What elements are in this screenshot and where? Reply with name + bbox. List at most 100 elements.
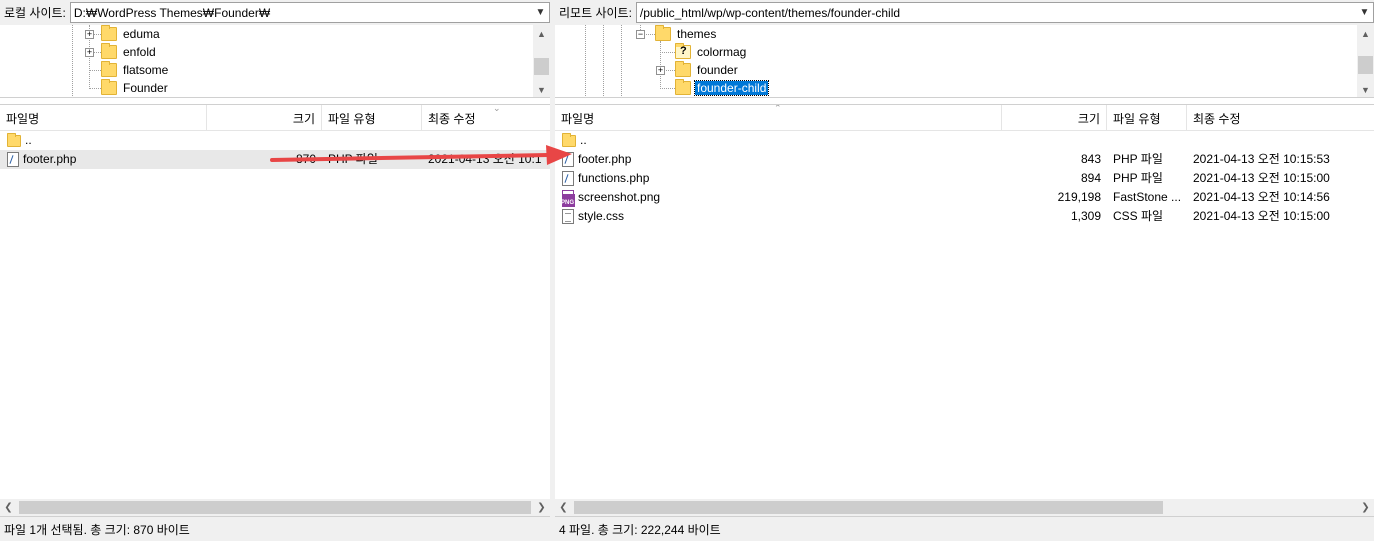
table-row[interactable]: functions.php 894 PHP 파일 2021-04-13 오전 1…	[555, 169, 1374, 188]
remote-horizontal-scrollbar[interactable]: ❮ ❯	[555, 499, 1374, 516]
file-modified: 2021-04-13 오전 10:1	[428, 152, 542, 166]
remote-list-header: 파일명 크기 파일 유형 최종 수정 ⌃	[555, 105, 1374, 131]
file-name: footer.php	[578, 152, 632, 166]
column-header-modified[interactable]: 최종 수정	[422, 105, 550, 131]
folder-icon	[101, 79, 117, 95]
scroll-thumb[interactable]	[534, 58, 549, 75]
tree-item-label: eduma	[123, 27, 160, 41]
remote-tree-scrollbar[interactable]: ▲ ▼	[1357, 25, 1374, 97]
local-tree-scrollbar[interactable]: ▲ ▼	[533, 25, 550, 97]
expand-icon[interactable]: +	[656, 66, 665, 75]
local-horizontal-scrollbar[interactable]: ❮ ❯	[0, 499, 550, 516]
tree-item-label: Founder	[123, 81, 168, 95]
scroll-left-icon[interactable]: ❮	[0, 499, 17, 516]
folder-icon	[675, 79, 691, 95]
tree-item-label: colormag	[697, 45, 747, 59]
file-size: 870	[295, 152, 316, 166]
file-modified: 2021-04-13 오전 10:15:00	[1193, 209, 1330, 223]
file-type: PHP 파일	[328, 152, 378, 166]
file-type: PHP 파일	[1113, 171, 1163, 185]
remote-site-bar: 리모트 사이트: /public_html/wp/wp-content/them…	[555, 0, 1374, 25]
folder-icon	[655, 25, 671, 41]
scroll-thumb[interactable]	[574, 501, 1163, 514]
php-file-icon	[562, 171, 574, 186]
tree-item-label: flatsome	[123, 63, 169, 77]
tree-item-themes[interactable]: themes	[655, 25, 718, 43]
file-size: 894	[1080, 171, 1101, 185]
table-row[interactable]: style.css 1,309 CSS 파일 2021-04-13 오전 10:…	[555, 207, 1374, 226]
file-size: 219,198	[1057, 190, 1101, 204]
column-header-type[interactable]: 파일 유형	[322, 105, 422, 131]
php-file-icon	[562, 152, 574, 167]
local-list-header: 파일명 크기 파일 유형 최종 수정 ⌄	[0, 105, 550, 131]
remote-directory-tree: − + themes colormag founder founder-chil…	[555, 25, 1374, 98]
remote-site-pane: 리모트 사이트: /public_html/wp/wp-content/them…	[555, 0, 1374, 541]
local-site-bar: 로컬 사이트: D:₩WordPress Themes₩Founder₩ ▼	[0, 0, 550, 25]
file-type: FastStone ...	[1113, 190, 1182, 204]
file-modified: 2021-04-13 오전 10:14:56	[1193, 190, 1330, 204]
remote-path-combobox[interactable]: /public_html/wp/wp-content/themes/founde…	[635, 2, 1374, 23]
php-file-icon	[7, 152, 19, 167]
folder-icon	[675, 61, 691, 77]
file-name: style.css	[578, 209, 625, 223]
table-row[interactable]: footer.php 870 PHP 파일 2021-04-13 오전 10:1	[0, 150, 550, 169]
scroll-down-icon[interactable]: ▼	[1357, 81, 1374, 97]
file-size: 843	[1080, 152, 1101, 166]
local-site-label: 로컬 사이트:	[4, 6, 66, 20]
sort-indicator-icon: ⌃	[774, 104, 782, 113]
scroll-down-icon[interactable]: ▼	[533, 81, 550, 97]
list-item-parent[interactable]: ..	[555, 131, 1374, 150]
tree-item-founder-child[interactable]: founder-child	[675, 79, 770, 97]
remote-status-bar: 4 파일. 총 크기: 222,244 바이트	[555, 516, 1374, 541]
folder-icon	[101, 25, 117, 41]
remote-path-value[interactable]: /public_html/wp/wp-content/themes/founde…	[640, 6, 900, 20]
scroll-thumb[interactable]	[19, 501, 531, 514]
tree-item-label: founder	[697, 63, 738, 77]
local-file-list: 파일명 크기 파일 유형 최종 수정 ⌄ .. footer.php 870 P…	[0, 104, 550, 499]
remote-site-label: 리모트 사이트:	[559, 6, 632, 20]
expand-icon[interactable]: +	[85, 30, 94, 39]
table-row[interactable]: screenshot.png 219,198 FastStone ... 202…	[555, 188, 1374, 207]
file-type: PHP 파일	[1113, 152, 1163, 166]
folder-icon	[101, 43, 117, 59]
tree-item-founder[interactable]: founder	[675, 61, 740, 79]
png-file-icon	[562, 190, 576, 207]
scroll-up-icon[interactable]: ▲	[533, 25, 550, 42]
local-path-value[interactable]: D:₩WordPress Themes₩Founder₩	[74, 6, 270, 20]
tree-item-label: themes	[677, 27, 717, 41]
tree-item-label: enfold	[123, 45, 156, 59]
scroll-left-icon[interactable]: ❮	[555, 499, 572, 516]
column-header-size[interactable]: 크기	[207, 105, 322, 131]
tree-item-colormag[interactable]: colormag	[675, 43, 748, 61]
tree-item-label: founder-child	[693, 80, 770, 96]
chevron-down-icon[interactable]: ▼	[532, 3, 549, 22]
local-path-combobox[interactable]: D:₩WordPress Themes₩Founder₩ ▼	[69, 2, 550, 23]
tree-item-enfold[interactable]: enfold	[101, 43, 158, 61]
folder-icon	[101, 61, 117, 77]
column-header-size[interactable]: 크기	[1002, 105, 1107, 131]
tree-item-founder[interactable]: Founder	[101, 79, 170, 97]
table-row[interactable]: footer.php 843 PHP 파일 2021-04-13 오전 10:1…	[555, 150, 1374, 169]
chevron-down-icon[interactable]: ▼	[1356, 3, 1373, 22]
tree-item-flatsome[interactable]: flatsome	[101, 61, 170, 79]
collapse-icon[interactable]: −	[636, 30, 645, 39]
file-modified: 2021-04-13 오전 10:15:53	[1193, 152, 1330, 166]
file-name: footer.php	[23, 152, 77, 166]
column-header-type[interactable]: 파일 유형	[1107, 105, 1187, 131]
scroll-up-icon[interactable]: ▲	[1357, 25, 1374, 42]
list-item-parent[interactable]: ..	[0, 131, 550, 150]
remote-file-list: 파일명 크기 파일 유형 최종 수정 ⌃ .. footer.php 843 P…	[555, 104, 1374, 499]
column-header-name[interactable]: 파일명	[0, 105, 207, 131]
tree-item-eduma[interactable]: eduma	[101, 25, 162, 43]
expand-icon[interactable]: +	[85, 48, 94, 57]
scroll-thumb[interactable]	[1358, 56, 1373, 74]
column-header-modified[interactable]: 최종 수정	[1187, 105, 1357, 131]
scroll-right-icon[interactable]: ❯	[1357, 499, 1374, 516]
file-modified: 2021-04-13 오전 10:15:00	[1193, 171, 1330, 185]
scroll-right-icon[interactable]: ❯	[533, 499, 550, 516]
folder-icon	[7, 132, 21, 147]
folder-icon	[562, 132, 576, 147]
file-size: 1,309	[1070, 209, 1101, 223]
css-file-icon	[562, 209, 574, 224]
file-type: CSS 파일	[1113, 209, 1164, 223]
